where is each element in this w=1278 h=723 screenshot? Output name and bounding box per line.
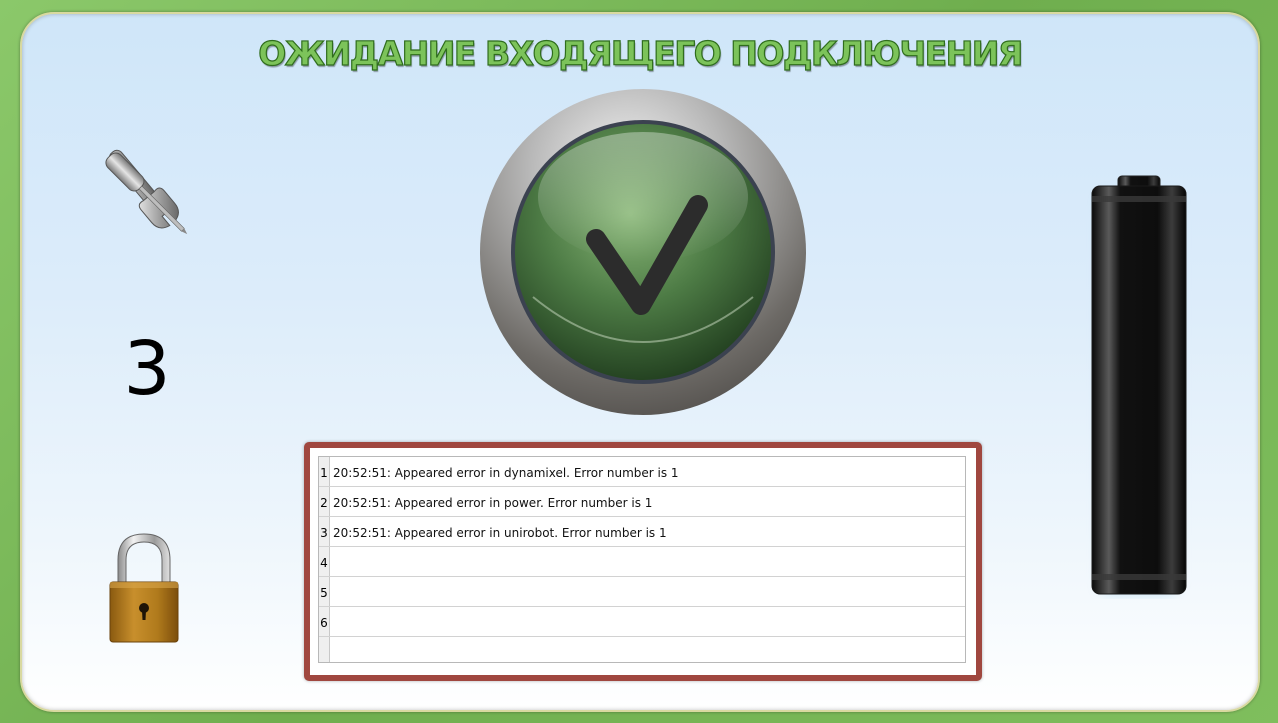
- padlock-icon[interactable]: [108, 530, 180, 645]
- log-row-number: 1: [319, 457, 330, 486]
- log-row-text: [330, 547, 965, 576]
- log-row-text: 20:52:51: Appeared error in dynamixel. E…: [333, 465, 679, 480]
- counter-value: 3: [123, 326, 171, 412]
- error-log-table[interactable]: 1 20:52:51: Appeared error in dynamixel.…: [318, 456, 966, 663]
- battery-icon: [1091, 175, 1187, 595]
- log-row-text: [330, 637, 965, 662]
- log-row-text: 20:52:51: Appeared error in power. Error…: [333, 495, 653, 510]
- log-row-text: [330, 607, 965, 636]
- log-row: 1 20:52:51: Appeared error in dynamixel.…: [319, 457, 965, 487]
- log-row-text: [330, 577, 965, 606]
- log-row-number: 3: [319, 517, 330, 546]
- log-row: 3 20:52:51: Appeared error in unirobot. …: [319, 517, 965, 547]
- log-row-empty: [319, 637, 965, 662]
- log-row-number: [319, 637, 330, 662]
- tools-icon[interactable]: [94, 144, 204, 249]
- main-frame: ОЖИДАНИЕ ВХОДЯЩЕГО ПОДКЛЮЧЕНИЯ 3 1 20:52…: [20, 12, 1260, 712]
- log-row-number: 2: [319, 487, 330, 516]
- checkmark-icon[interactable]: [478, 87, 808, 417]
- log-row: 5: [319, 577, 965, 607]
- log-row: 2 20:52:51: Appeared error in power. Err…: [319, 487, 965, 517]
- log-row: 4: [319, 547, 965, 577]
- log-row: 6: [319, 607, 965, 637]
- log-row-number: 5: [319, 577, 330, 606]
- error-log-panel: 1 20:52:51: Appeared error in dynamixel.…: [304, 442, 982, 681]
- page-title: ОЖИДАНИЕ ВХОДЯЩЕГО ПОДКЛЮЧЕНИЯ: [258, 33, 1024, 73]
- log-row-text: 20:52:51: Appeared error in unirobot. Er…: [333, 525, 667, 540]
- log-row-number: 4: [319, 547, 330, 576]
- log-row-number: 6: [319, 607, 330, 636]
